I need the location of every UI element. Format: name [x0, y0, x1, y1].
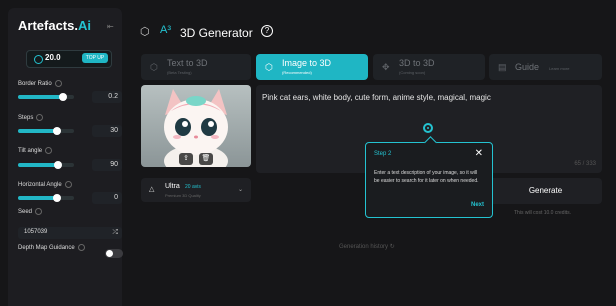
text-cube-icon: ⬡ — [150, 62, 158, 72]
onboarding-tooltip: Step 2 ✕ Enter a text description of you… — [365, 136, 493, 218]
slider-thumb[interactable] — [53, 194, 62, 202]
delete-icon[interactable]: 🗑 — [199, 153, 213, 165]
info-icon[interactable] — [54, 80, 62, 87]
info-icon[interactable] — [77, 244, 85, 251]
border-ratio-text: Border Ratio — [18, 81, 52, 88]
tilt-angle-value[interactable]: 90 — [92, 159, 122, 171]
model-credits: 20 avis — [185, 184, 201, 190]
tilt-angle-label: Tilt angle — [18, 147, 53, 155]
credit-coin-icon — [34, 55, 43, 64]
generate-button[interactable]: Generate — [489, 178, 602, 204]
info-icon[interactable] — [35, 208, 43, 215]
model-name: Ultra — [165, 183, 180, 190]
steps-text: Steps — [18, 115, 34, 122]
collapse-sidebar-icon[interactable]: ⇤ — [107, 22, 114, 31]
top-up-button[interactable]: TOP UP — [82, 53, 108, 63]
history-text: Generation history — [339, 244, 389, 250]
tab-guide[interactable]: ▤ Guide Learn more — [489, 54, 602, 80]
seed-value: 1057039 — [24, 229, 48, 235]
tilt-angle-slider[interactable] — [18, 161, 74, 169]
tab-sub: (Coming soon) — [399, 70, 426, 75]
tab-label: Image to 3D — [282, 58, 332, 68]
horizontal-angle-value[interactable]: 0 — [92, 192, 122, 204]
info-icon[interactable] — [36, 114, 44, 121]
tab-text-to-3d[interactable]: ⬡ Text to 3D (Beta Testing) — [141, 54, 251, 80]
upload-icon[interactable]: ⇪ — [179, 153, 193, 165]
generation-history-link[interactable]: Generation history ↻ — [339, 243, 395, 250]
tooltip-next-button[interactable]: Next — [471, 202, 484, 208]
seed-text: Seed — [18, 209, 33, 216]
border-ratio-value[interactable]: 0.2 — [92, 91, 122, 103]
prompt-text: Pink cat ears, white body, cute form, an… — [262, 93, 491, 102]
border-ratio-slider[interactable] — [18, 93, 74, 101]
tooltip-step: Step 2 — [374, 151, 392, 157]
cat-illustration — [141, 85, 251, 167]
cost-note: This will cost 10.0 credits. — [514, 210, 571, 216]
chevron-down-icon: ⌄ — [237, 187, 243, 193]
slider-fill — [18, 129, 58, 133]
tab-label: Guide — [515, 62, 540, 72]
horizontal-angle-text: Horizontal Angle — [18, 182, 62, 189]
model-subtitle: Premium 3D Quality — [165, 193, 201, 198]
tab-sub: (Beta Testing) — [167, 70, 192, 75]
char-count: 65 / 333 — [574, 161, 596, 167]
seed-input[interactable]: 1057039 ⤮ — [18, 227, 122, 239]
refresh-icon: ↻ — [389, 244, 395, 250]
steps-value[interactable]: 30 — [92, 125, 122, 137]
model-icon: △ — [149, 186, 155, 193]
slider-fill — [18, 163, 59, 167]
tab-sub: (Recommended) — [282, 70, 312, 75]
close-icon[interactable]: ✕ — [475, 148, 483, 159]
brand-name: Artefacts. — [18, 18, 78, 33]
depth-map-toggle[interactable] — [105, 249, 123, 258]
slider-thumb[interactable] — [53, 127, 62, 135]
seed-label: Seed — [18, 208, 43, 216]
model-select[interactable]: △ Ultra 20 avis Premium 3D Quality ⌄ — [141, 178, 251, 202]
depth-map-label: Depth Map Guidance — [18, 244, 85, 251]
tab-label: 3D to 3D — [399, 58, 435, 68]
border-ratio-label: Border Ratio — [18, 80, 62, 87]
image-cube-icon: ⬡ — [265, 62, 273, 72]
horizontal-angle-label: Horizontal Angle — [18, 181, 72, 188]
sidebar: Artefacts.Ai ⇤ 20.0 TOP UP Border Ratio … — [8, 8, 123, 306]
tab-3d-to-3d[interactable]: ✥ 3D to 3D (Coming soon) — [373, 54, 485, 80]
slider-fill — [18, 95, 63, 99]
slider-fill — [18, 196, 58, 200]
tooltip-body: Enter a text description of your image, … — [374, 170, 479, 184]
learn-more-link[interactable]: Learn more — [549, 66, 569, 71]
credit-balance: 20.0 TOP UP — [26, 50, 112, 68]
tab-image-to-3d[interactable]: ⬡ Image to 3D (Recommended) — [256, 54, 368, 80]
info-icon[interactable] — [45, 147, 53, 154]
steps-label: Steps — [18, 114, 44, 122]
brand-accent: Ai — [77, 18, 91, 33]
step-indicator-dot — [423, 123, 433, 133]
move-icon: ✥ — [382, 62, 390, 72]
steps-slider[interactable] — [18, 127, 74, 135]
cube-icon: ⬡ — [140, 26, 150, 38]
slider-thumb[interactable] — [54, 161, 63, 169]
help-icon[interactable]: ? — [261, 25, 273, 37]
shuffle-icon[interactable]: ⤮ — [112, 229, 118, 237]
depth-map-text: Depth Map Guidance — [18, 245, 75, 252]
page-title: 3D Generator — [180, 26, 253, 40]
uploaded-image[interactable]: ⇪ 🗑 — [141, 85, 251, 167]
brand-logo[interactable]: Artefacts.Ai — [18, 18, 91, 33]
tilt-angle-text: Tilt angle — [18, 148, 43, 155]
horizontal-angle-slider[interactable] — [18, 194, 74, 202]
book-icon: ▤ — [498, 62, 507, 72]
toggle-knob — [106, 250, 113, 257]
title-prefix: A³ — [160, 24, 171, 36]
credit-value: 20.0 — [45, 53, 61, 62]
slider-thumb[interactable] — [58, 93, 67, 101]
info-icon[interactable] — [64, 181, 72, 188]
tab-label: Text to 3D — [167, 58, 208, 68]
